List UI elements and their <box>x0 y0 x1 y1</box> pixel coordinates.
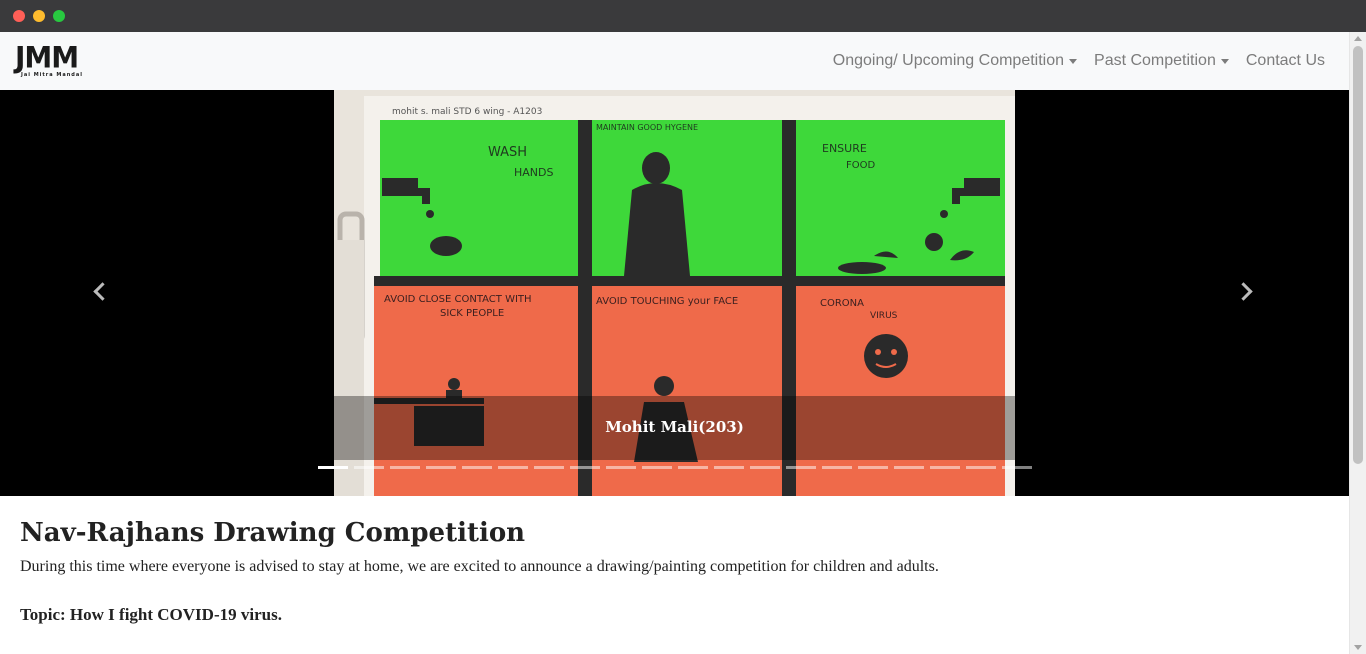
carousel-indicators <box>318 466 1038 469</box>
logo-text: JMM <box>15 40 79 75</box>
svg-text:CORONA: CORONA <box>820 298 864 309</box>
carousel-indicator[interactable] <box>750 466 780 469</box>
carousel-indicator[interactable] <box>390 466 420 469</box>
nav-item-label: Ongoing/ Upcoming Competition <box>832 52 1065 69</box>
scrollbar-thumb[interactable] <box>1353 46 1363 464</box>
window-titlebar <box>0 0 1366 32</box>
page-viewport: JMM Jai Mitra Mandal Ongoing/ Upcoming C… <box>0 32 1349 654</box>
image-carousel: mohit s. mali STD 6 wing - A1203 WASH HA… <box>0 90 1349 496</box>
logo-subtext: Jai Mitra Mandal <box>21 72 83 78</box>
intro-paragraph: During this time where everyone is advis… <box>20 558 939 575</box>
dropdown-caret-icon <box>1069 58 1078 64</box>
carousel-indicator[interactable] <box>642 466 672 469</box>
brand-logo[interactable]: JMM Jai Mitra Mandal <box>15 40 91 78</box>
carousel-indicator[interactable] <box>822 466 852 469</box>
carousel-indicator[interactable] <box>1002 466 1032 469</box>
carousel-indicator[interactable] <box>678 466 708 469</box>
dropdown-caret-icon <box>1220 58 1229 64</box>
nav-item-label: Contact Us <box>1245 52 1325 69</box>
main-content: Nav-Rajhans Drawing Competition During t… <box>20 518 1320 626</box>
carousel-indicator[interactable] <box>570 466 600 469</box>
navbar: JMM Jai Mitra Mandal Ongoing/ Upcoming C… <box>0 32 1349 90</box>
carousel-next-button[interactable] <box>1147 90 1349 496</box>
carousel-indicator[interactable] <box>606 466 636 469</box>
carousel-indicator[interactable] <box>354 466 384 469</box>
nav-item-ongoing-upcoming[interactable]: Ongoing/ Upcoming Competition <box>832 52 1078 70</box>
carousel-indicator[interactable] <box>318 466 348 469</box>
carousel-prev-button[interactable] <box>0 90 202 496</box>
carousel-indicator[interactable] <box>930 466 960 469</box>
svg-text:SICK PEOPLE: SICK PEOPLE <box>440 308 504 319</box>
chevron-right-icon <box>1234 282 1253 301</box>
svg-text:MAINTAIN GOOD HYGENE: MAINTAIN GOOD HYGENE <box>596 123 698 132</box>
scroll-down-arrow-icon[interactable] <box>1354 645 1362 650</box>
carousel-indicator[interactable] <box>966 466 996 469</box>
svg-text:AVOID CLOSE CONTACT WITH: AVOID CLOSE CONTACT WITH <box>384 294 532 305</box>
minimize-window-button[interactable] <box>33 10 45 22</box>
nav-item-past-competition[interactable]: Past Competition <box>1094 52 1229 70</box>
panel-text-wash: WASH <box>488 145 527 160</box>
nav-item-label: Past Competition <box>1094 52 1216 69</box>
close-window-button[interactable] <box>13 10 25 22</box>
page-title: Nav-Rajhans Drawing Competition <box>20 518 526 548</box>
carousel-indicator[interactable] <box>894 466 924 469</box>
chevron-left-icon <box>93 282 112 301</box>
page-scrollbar[interactable] <box>1349 32 1366 654</box>
carousel-indicator[interactable] <box>498 466 528 469</box>
nav-item-contact-us[interactable]: Contact Us <box>1246 52 1325 70</box>
carousel-indicator[interactable] <box>534 466 564 469</box>
carousel-indicator[interactable] <box>858 466 888 469</box>
nav-menu: Ongoing/ Upcoming Competition Past Compe… <box>816 32 1325 90</box>
svg-text:AVOID TOUCHING your FACE: AVOID TOUCHING your FACE <box>596 296 738 307</box>
carousel-indicator[interactable] <box>462 466 492 469</box>
carousel-indicator[interactable] <box>714 466 744 469</box>
svg-text:FOOD: FOOD <box>846 160 875 171</box>
scroll-up-arrow-icon[interactable] <box>1354 36 1362 41</box>
carousel-indicator[interactable] <box>426 466 456 469</box>
carousel-indicator[interactable] <box>786 466 816 469</box>
drawing-header-text: mohit s. mali STD 6 wing - A1203 <box>392 107 542 117</box>
svg-text:HANDS: HANDS <box>514 166 553 179</box>
maximize-window-button[interactable] <box>53 10 65 22</box>
svg-text:ENSURE: ENSURE <box>822 142 867 155</box>
topic-text: Topic: How I fight COVID-19 virus. <box>20 605 282 624</box>
svg-text:VIRUS: VIRUS <box>870 311 898 321</box>
slide-caption: Mohit Mali(203) <box>605 418 744 436</box>
